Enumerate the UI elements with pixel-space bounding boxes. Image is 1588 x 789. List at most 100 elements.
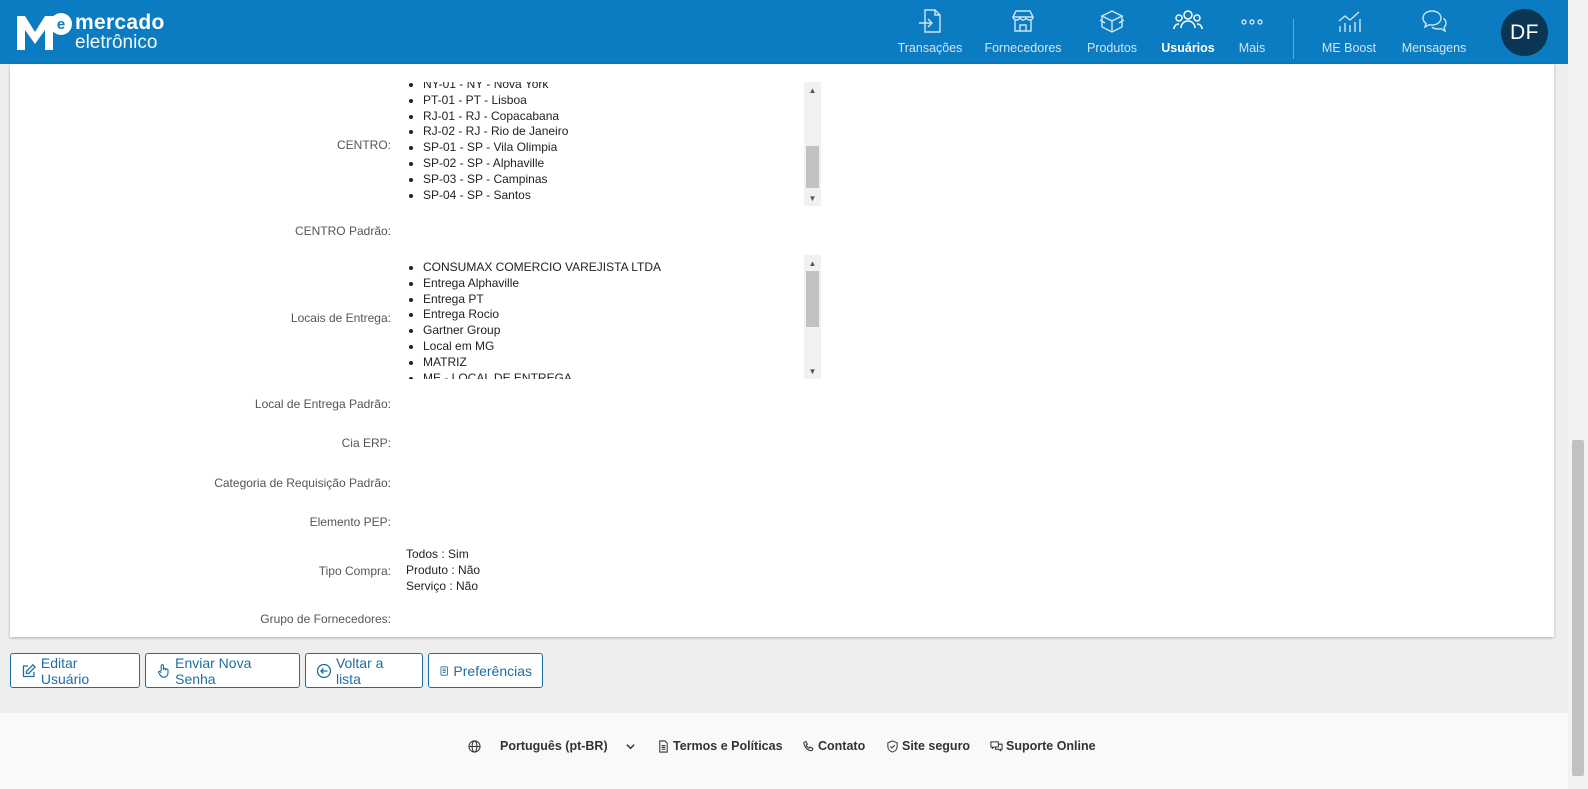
nav-me-boost-label: ME Boost (1321, 41, 1377, 55)
centro-list-item: PT-01 - PT - Lisboa (423, 93, 821, 109)
store-icon (1012, 10, 1034, 32)
scroll-up-arrow-icon[interactable]: ▲ (804, 82, 821, 98)
secure-site-label: Site seguro (902, 739, 971, 753)
logo[interactable]: e mercado eletrônico (15, 12, 165, 52)
send-new-password-button[interactable]: Enviar Nova Senha (145, 653, 300, 688)
user-avatar[interactable]: DF (1501, 9, 1548, 56)
more-icon (1241, 19, 1263, 25)
back-to-list-label: Voltar a lista (335, 654, 384, 687)
categoria-requisicao-label: Categoria de Requisição Padrão: (214, 476, 391, 490)
cia-erp-label: Cia ERP: (341, 436, 391, 450)
secure-site-link[interactable]: Site seguro (886, 739, 970, 753)
centro-list-item: SP-02 - SP - Alphaville (423, 156, 821, 172)
user-details-card: CENTRO: NY-01 - NY - Nova YorkPT-01 - PT… (10, 64, 1554, 637)
users-icon (1173, 10, 1203, 30)
nav-mensagens-label: Mensagens (1401, 41, 1467, 55)
logo-mark: e (15, 12, 73, 52)
nav-usuarios-label: Usuários (1161, 41, 1215, 55)
svg-text:e: e (57, 16, 65, 33)
nav-usuarios[interactable]: Usuários (1161, 6, 1215, 62)
tipo-compra-label: Tipo Compra: (318, 564, 391, 578)
centro-scrollbar[interactable]: ▲ ▼ (804, 82, 821, 206)
locais-entrega-list-item: Local em MG (423, 339, 821, 355)
footer: Português (pt-BR) Termos e Políticas Con… (0, 713, 1568, 789)
logo-line-2: eletrônico (75, 32, 158, 53)
nav-produtos-label: Produtos (1086, 41, 1138, 55)
nav-mensagens[interactable]: Mensagens (1402, 6, 1466, 62)
centro-list-item: RJ-02 - RJ - Rio de Janeiro (423, 124, 821, 140)
phone-icon (803, 740, 814, 751)
transactions-icon (919, 9, 941, 33)
arrow-left-circle-icon (316, 663, 332, 678)
nav-fornecedores-label: Fornecedores (984, 41, 1062, 55)
chevron-down-icon (625, 743, 635, 749)
scroll-down-arrow-icon[interactable]: ▼ (804, 363, 821, 379)
centro-list-item: SP-03 - SP - Campinas (423, 172, 821, 188)
back-to-list-button[interactable]: Voltar a lista (305, 653, 423, 688)
centro-listbox[interactable]: NY-01 - NY - Nova YorkPT-01 - PT - Lisbo… (398, 82, 821, 206)
nav-transacoes[interactable]: Transações (897, 6, 963, 62)
locais-entrega-list-item: Entrega Alphaville (423, 276, 821, 292)
tipo-compra-todos: Todos : Sim (406, 547, 469, 561)
logo-line-1: mercado (75, 11, 165, 34)
online-support-link[interactable]: Suporte Online (990, 739, 1096, 753)
nav-divider (1293, 19, 1294, 59)
tipo-compra-servico: Serviço : Não (406, 579, 479, 593)
grupo-fornecedores-label: Grupo de Fornecedores: (260, 612, 391, 626)
document-icon (440, 665, 448, 676)
globe-icon (468, 739, 481, 753)
box-icon (1099, 10, 1125, 33)
tipo-compra-produto: Produto : Não (406, 563, 481, 577)
edit-user-button[interactable]: Editar Usuário (10, 653, 140, 688)
nav-mais[interactable]: Mais (1234, 6, 1270, 62)
centro-padrao-label: CENTRO Padrão: (294, 224, 391, 238)
chart-icon (1338, 11, 1361, 32)
locais-entrega-list-item: Gartner Group (423, 323, 821, 339)
page-scrollbar[interactable] (1568, 0, 1588, 789)
locais-entrega-list-item: Entrega Rocio (423, 307, 821, 323)
locais-entrega-list-item: CONSUMAX COMERCIO VAREJISTA LTDA (423, 260, 821, 276)
file-icon (659, 739, 668, 753)
edit-user-label: Editar Usuário (40, 654, 90, 687)
locais-entrega-label: Locais de Entrega: (290, 311, 391, 325)
terms-link[interactable]: Termos e Políticas (657, 739, 783, 753)
scroll-thumb[interactable] (806, 271, 819, 327)
nav-produtos[interactable]: Produtos (1085, 6, 1139, 62)
send-new-password-label: Enviar Nova Senha (175, 654, 252, 687)
messages-icon (1422, 10, 1447, 33)
online-support-label: Suporte Online (1006, 739, 1096, 753)
nav-mais-label: Mais (1238, 41, 1266, 55)
shield-check-icon (887, 739, 898, 753)
centro-list: NY-01 - NY - Nova YorkPT-01 - PT - Lisbo… (398, 82, 821, 203)
centro-label: CENTRO: (337, 138, 391, 152)
locais-entrega-listbox[interactable]: CONSUMAX COMERCIO VAREJISTA LTDAEntrega … (398, 255, 821, 379)
centro-list-item: NY-01 - NY - Nova York (423, 82, 821, 93)
locais-entrega-list-item: MATRIZ (423, 355, 821, 371)
nav-fornecedores[interactable]: Fornecedores (984, 6, 1062, 62)
chat-icon (990, 740, 1003, 752)
locais-entrega-list-item: ME - LOCAL DE ENTREGA (423, 371, 821, 379)
top-header: e mercado eletrônico Transações Forneced… (0, 0, 1568, 64)
scroll-thumb[interactable] (806, 146, 819, 188)
locais-entrega-list: CONSUMAX COMERCIO VAREJISTA LTDAEntrega … (398, 260, 821, 379)
centro-list-item: SP-01 - SP - Vila Olimpia (423, 140, 821, 156)
nav-transacoes-label: Transações (897, 41, 963, 55)
language-selector[interactable]: Português (pt-BR) (468, 739, 636, 753)
centro-list-item: RJ-01 - RJ - Copacabana (423, 109, 821, 125)
locais-entrega-list-item: Entrega PT (423, 292, 821, 308)
page-scroll-thumb[interactable] (1572, 440, 1584, 776)
centro-list-item: SP-04 - SP - Santos (423, 188, 821, 204)
locais-scrollbar[interactable]: ▲ ▼ (804, 255, 821, 379)
language-label: Português (pt-BR) (500, 739, 608, 753)
preferences-button[interactable]: Preferências (428, 653, 543, 688)
edit-icon (22, 663, 37, 677)
scroll-up-arrow-icon[interactable]: ▲ (804, 255, 821, 271)
local-entrega-padrao-label: Local de Entrega Padrão: (254, 397, 391, 411)
nav-me-boost[interactable]: ME Boost (1321, 6, 1377, 62)
contact-link[interactable]: Contato (802, 739, 865, 753)
scroll-down-arrow-icon[interactable]: ▼ (804, 190, 821, 206)
tipo-compra-values: Todos : Sim Produto : Não Serviço : Não (406, 546, 480, 594)
terms-label: Termos e Políticas (673, 739, 783, 753)
preferences-label: Preferências (453, 662, 532, 679)
elemento-pep-label: Elemento PEP: (309, 515, 391, 529)
